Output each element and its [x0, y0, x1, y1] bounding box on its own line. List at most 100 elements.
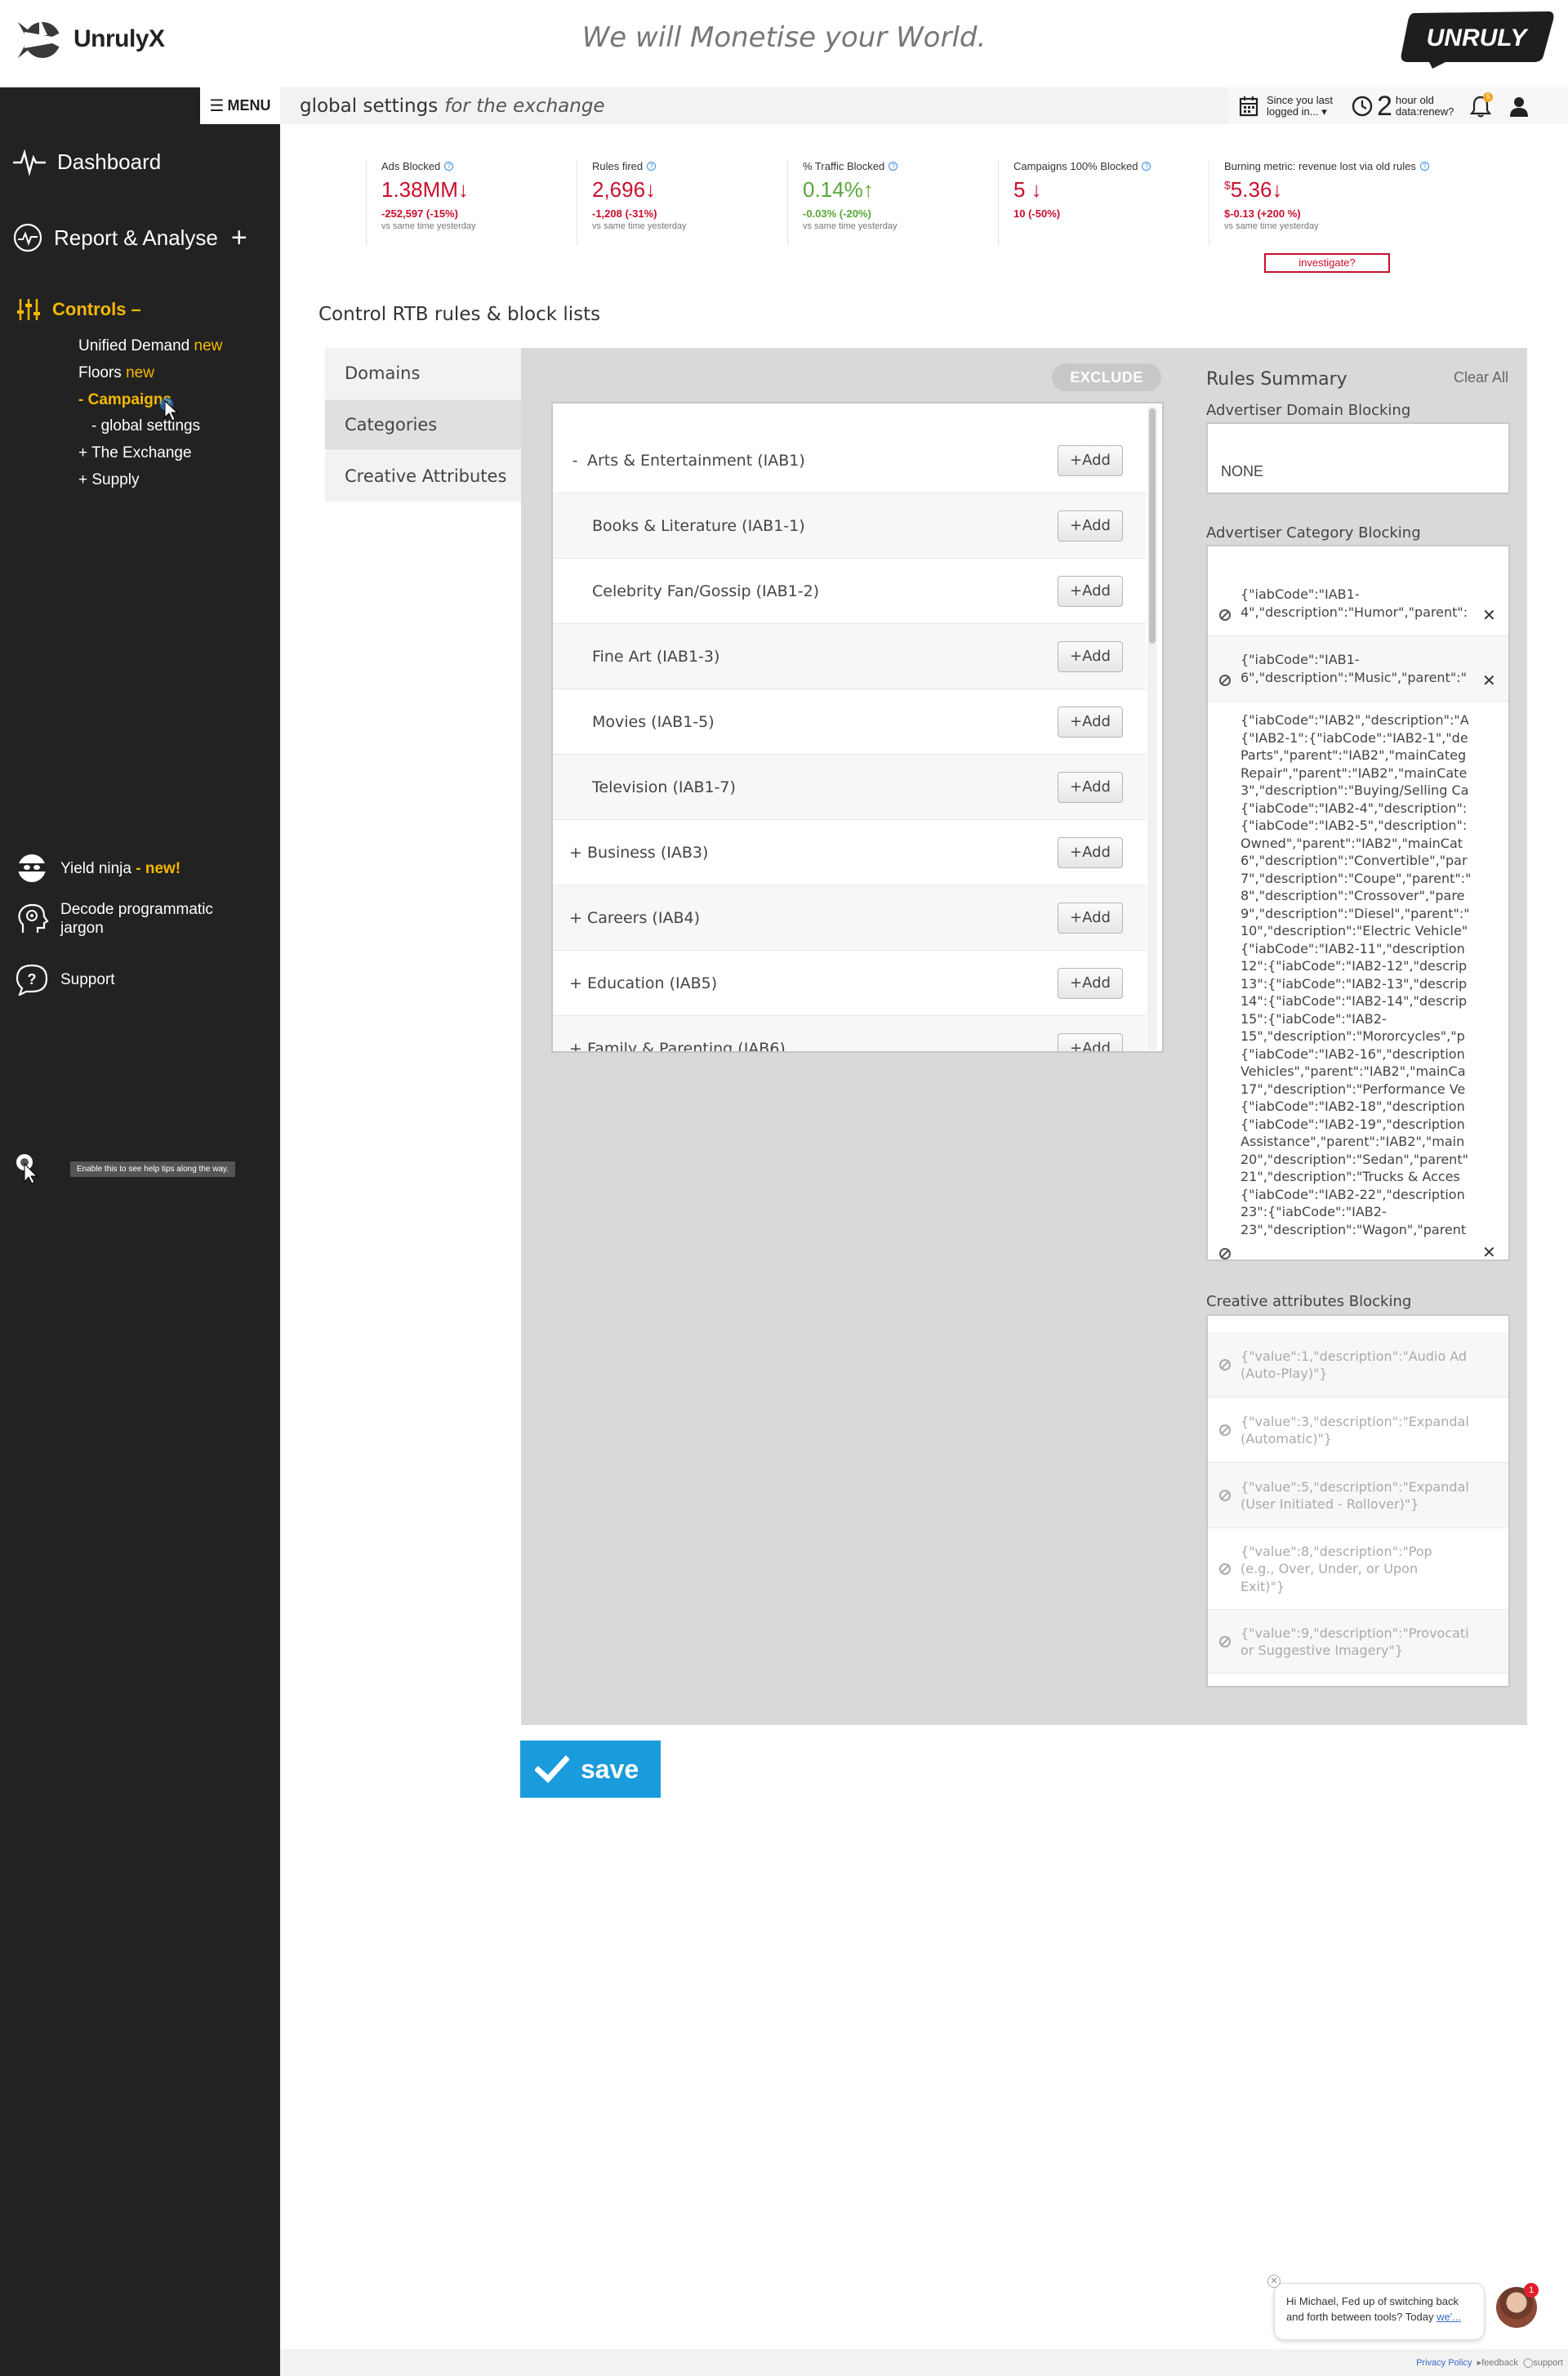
add-category-button[interactable]: +Add — [1058, 968, 1123, 999]
chat-more-link[interactable]: we'... — [1437, 2311, 1461, 2323]
info-icon[interactable]: ? — [1142, 162, 1152, 171]
footer: Privacy Policy ▸feedback ◯support — [280, 2349, 1568, 2376]
info-icon[interactable]: ? — [647, 162, 657, 171]
sidebar-item-label: Yield ninja - new! — [60, 859, 180, 878]
block-icon — [1219, 675, 1231, 686]
block-icon — [1219, 1490, 1231, 1501]
category-row[interactable]: Celebrity Fan/Gossip (IAB1-2) +Add — [553, 559, 1146, 624]
tab-creative-attributes[interactable]: Creative Attributes — [325, 451, 521, 502]
add-category-button[interactable]: +Add — [1058, 1033, 1123, 1051]
metric-note: vs same time yesterday — [381, 221, 476, 231]
category-row[interactable]: Books & Literature (IAB1-1) +Add — [553, 493, 1146, 559]
sidebar-item-dashboard[interactable]: Dashboard — [13, 148, 161, 176]
data-freshness-button[interactable]: 2 hour old data:renew? — [1351, 92, 1454, 120]
sidebar-item-the-exchange[interactable]: + The Exchange — [78, 444, 192, 462]
chat-close-icon[interactable]: ✕ — [1267, 2275, 1281, 2288]
category-rule-item: {"iabCode":"IAB2","description":"A {"IAB… — [1208, 702, 1508, 1259]
sidebar-item-support[interactable]: ? Support — [15, 963, 115, 996]
top-header: UnrulyX We will Monetise your World. UNR… — [0, 0, 1568, 87]
sidebar-item-report[interactable]: Report & Analyse + — [13, 223, 247, 252]
info-icon[interactable]: ? — [444, 162, 454, 171]
since-last-login-button[interactable]: Since you last logged in... ▾ — [1239, 94, 1333, 118]
expand-toggle-icon[interactable]: + — [569, 1040, 582, 1052]
info-icon[interactable]: ? — [889, 162, 898, 171]
category-list-scroll-thumb[interactable] — [1149, 408, 1156, 644]
brand-badge-text: UNRULY — [1427, 25, 1530, 51]
sidebar-item-floors[interactable]: Floors new — [78, 364, 154, 382]
new-badge: new — [126, 364, 154, 381]
user-profile-button[interactable] — [1509, 96, 1529, 117]
add-category-button[interactable]: +Add — [1058, 576, 1123, 607]
remove-rule-icon[interactable]: ✕ — [1482, 605, 1496, 625]
support-circle-icon: ◯ — [1522, 2358, 1534, 2368]
info-icon[interactable]: ? — [1419, 162, 1429, 171]
category-row[interactable]: Fine Art (IAB1-3) +Add — [553, 624, 1146, 689]
metric-label: % Traffic Blocked? — [803, 160, 898, 172]
remove-rule-icon[interactable]: ✕ — [1482, 671, 1496, 690]
block-icon — [1219, 1248, 1231, 1259]
notifications-button[interactable]: 5 — [1470, 91, 1494, 118]
expand-toggle-icon[interactable]: + — [569, 844, 582, 862]
support-link[interactable]: support — [1533, 2358, 1563, 2368]
add-category-button[interactable]: +Add — [1058, 903, 1123, 934]
privacy-policy-link[interactable]: Privacy Policy — [1416, 2358, 1472, 2368]
sidebar-sub-label: Unified Demand — [78, 337, 190, 354]
category-row[interactable]: - Arts & Entertainment (IAB1) +Add — [553, 428, 1146, 493]
add-category-button[interactable]: +Add — [1058, 837, 1123, 868]
category-row[interactable]: Television (IAB1-7) +Add — [553, 755, 1146, 820]
investigate-button[interactable]: investigate? — [1264, 253, 1390, 273]
block-icon — [1219, 1636, 1231, 1647]
add-category-button[interactable]: +Add — [1058, 707, 1123, 738]
category-list[interactable]: - Arts & Entertainment (IAB1) +Add Books & … — [551, 402, 1164, 1053]
rule-text: {"iabCode":"IAB1- 6","description":"Musi… — [1241, 652, 1467, 685]
add-category-button[interactable]: +Add — [1058, 445, 1123, 476]
category-label: Television (IAB1-7) — [592, 778, 736, 796]
sidebar-item-yield-ninja[interactable]: Yield ninja - new! — [15, 854, 180, 883]
sidebar-item-controls[interactable]: Controls – — [16, 297, 141, 322]
sidebar-item-campaigns[interactable]: - Campaigns — [78, 391, 172, 409]
metric-note: vs same time yesterday — [592, 221, 687, 231]
category-row[interactable]: Movies (IAB1-5) +Add — [553, 689, 1146, 755]
expand-toggle-icon[interactable]: + — [569, 974, 582, 992]
tab-categories[interactable]: Categories — [325, 399, 521, 451]
sidebar-item-unified-demand[interactable]: Unified Demand new — [78, 337, 222, 355]
expand-toggle-icon[interactable]: + — [569, 909, 582, 927]
metric-card: Campaigns 100% Blocked? 5 ↓ 10 (-50%) — [998, 160, 1152, 246]
sidebar-item-decode-jargon[interactable]: Decode programmatic jargon — [15, 900, 248, 938]
chat-line-1: Hi Michael, Fed up of switching back — [1286, 2295, 1459, 2307]
block-icon — [1219, 1424, 1231, 1436]
metric-label-text: Ads Blocked — [381, 160, 441, 172]
clear-all-button[interactable]: Clear All — [1454, 369, 1508, 386]
menu-button[interactable]: ☰ MENU — [200, 87, 280, 124]
expand-toggle-icon[interactable]: - — [569, 452, 581, 470]
category-row[interactable]: + Business (IAB3) +Add — [553, 820, 1146, 885]
tab-domains[interactable]: Domains — [325, 348, 521, 399]
data-renew-link[interactable]: data:renew? — [1396, 105, 1454, 118]
add-category-button[interactable]: +Add — [1058, 641, 1123, 672]
brain-gear-icon — [18, 903, 49, 933]
category-row[interactable]: + Family & Parenting (IAB6) +Add — [553, 1016, 1146, 1052]
exclude-toggle[interactable]: EXCLUDE — [1052, 363, 1161, 391]
rules-summary-title: Rules Summary — [1206, 369, 1348, 390]
add-category-button[interactable]: +Add — [1058, 510, 1123, 542]
plus-icon[interactable]: + — [231, 224, 247, 252]
help-tips-toggle[interactable]: Enable this to see help tips along the w… — [15, 1154, 236, 1184]
metric-label-text: Campaigns 100% Blocked — [1013, 160, 1138, 172]
unruly-brand-logo[interactable]: UNRULY — [1396, 10, 1555, 69]
sidebar-item-global-settings[interactable]: - global settings — [91, 417, 200, 435]
category-row[interactable]: + Education (IAB5) +Add — [553, 951, 1146, 1016]
chat-message[interactable]: Hi Michael, Fed up of switching back and… — [1274, 2283, 1485, 2340]
remove-rule-icon[interactable]: ✕ — [1482, 1242, 1496, 1259]
save-label: save — [581, 1754, 639, 1784]
metric-label: Ads Blocked? — [381, 160, 476, 172]
sidebar-item-supply[interactable]: + Supply — [78, 471, 139, 489]
sidebar-item-label: Support — [60, 970, 115, 988]
breadcrumb: global settings for the exchange — [280, 87, 1227, 124]
metric-label-text: Rules fired — [592, 160, 644, 172]
add-category-button[interactable]: +Add — [1058, 772, 1123, 803]
clock-refresh-icon — [1352, 96, 1373, 116]
metric-label-text: Burning metric: revenue lost via old rul… — [1224, 160, 1416, 172]
save-button[interactable]: save — [520, 1741, 661, 1798]
category-row[interactable]: + Careers (IAB4) +Add — [553, 885, 1146, 951]
feedback-link[interactable]: feedback — [1481, 2358, 1518, 2368]
